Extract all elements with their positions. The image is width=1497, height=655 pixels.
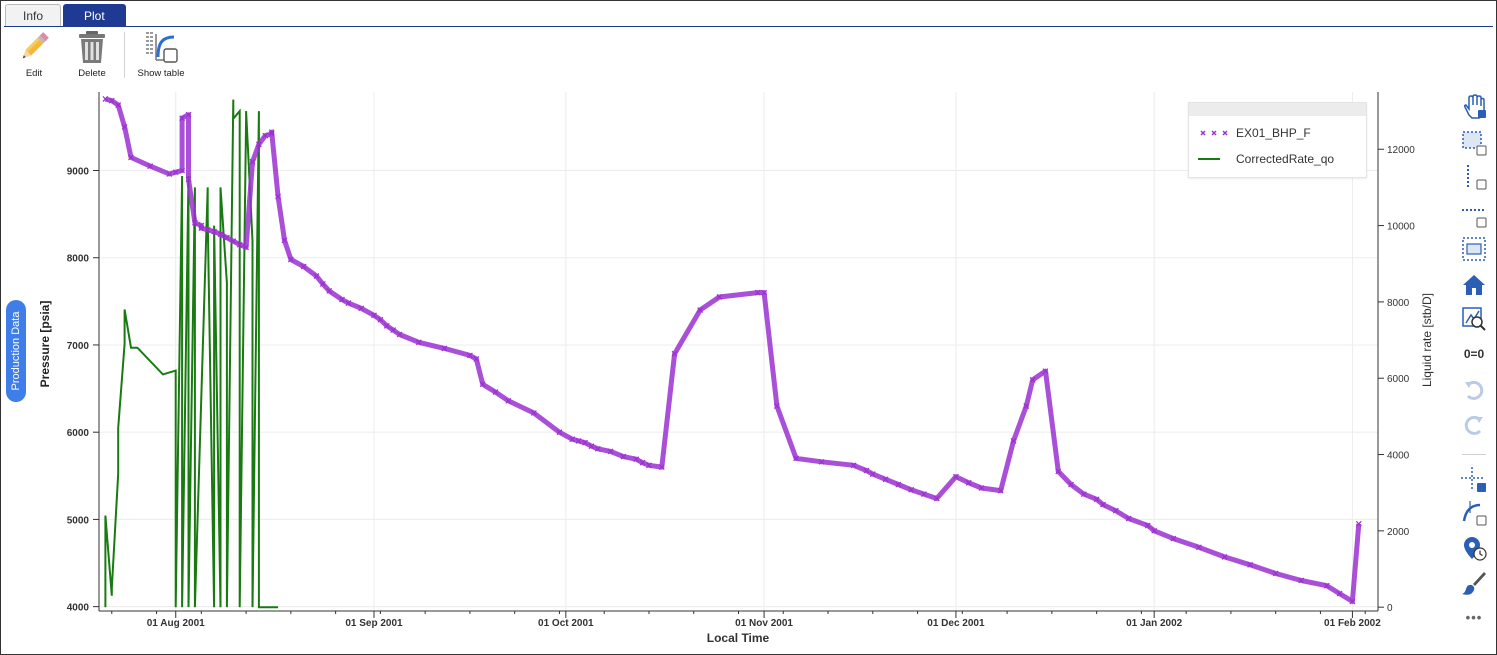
tab-info[interactable]: Info xyxy=(5,4,62,26)
x-tick-label: 01 Nov 2001 xyxy=(735,618,793,629)
zero-zero-tool[interactable]: 0=0 xyxy=(1458,339,1490,369)
y-tick-label: 6000 xyxy=(67,428,90,439)
show-table-label: Show table xyxy=(137,68,185,79)
y-zoom-tool[interactable] xyxy=(1458,200,1490,230)
y-zoom-icon xyxy=(1462,209,1487,228)
zoom-to-fit-tool[interactable] xyxy=(1458,304,1490,334)
toolbar-separator xyxy=(124,32,125,78)
crosshair-tool[interactable] xyxy=(1458,465,1490,495)
y-tick-label: 4000 xyxy=(67,603,90,614)
pressure-series-layer xyxy=(102,96,1362,605)
production-data-label: Production Data xyxy=(10,311,22,391)
zoom-both-icon xyxy=(1462,237,1486,261)
y2-tick-label: 4000 xyxy=(1387,451,1410,462)
delete-button[interactable]: Delete xyxy=(64,30,120,84)
x-tick-label: 01 Aug 2001 xyxy=(147,618,205,629)
x-zoom-icon xyxy=(1467,165,1487,190)
x-tick-label: 01 Oct 2001 xyxy=(538,618,594,629)
edit-label: Edit xyxy=(25,68,43,79)
legend-item-pressure[interactable]: EX01_BHP_F xyxy=(1189,123,1311,143)
pan-icon xyxy=(1463,94,1486,119)
reset-home-icon xyxy=(1463,275,1485,295)
pan-tool[interactable] xyxy=(1458,92,1490,122)
paint-brush-icon xyxy=(1462,572,1486,595)
edit-button[interactable]: Edit xyxy=(6,30,62,84)
y2-tick-label: 0 xyxy=(1387,603,1393,614)
chart-legend: EX01_BHP_F CorrectedRate_qo xyxy=(1188,102,1367,178)
more-tools-button[interactable]: ••• xyxy=(1458,602,1490,632)
pressure-series-line xyxy=(104,96,1362,604)
y2-tick-label: 6000 xyxy=(1387,374,1410,385)
y2-tick-label: 8000 xyxy=(1387,298,1410,309)
paint-tool[interactable] xyxy=(1458,568,1490,598)
hover-tooltip-icon xyxy=(1464,537,1487,561)
y-tick-label: 9000 xyxy=(67,167,90,178)
redo-icon xyxy=(1464,415,1483,435)
y2-tick-label: 2000 xyxy=(1387,527,1410,538)
redo-tool[interactable] xyxy=(1458,410,1490,440)
x-marker-swatch-icon xyxy=(1200,130,1228,136)
x-tick-label: 01 Feb 2002 xyxy=(1324,618,1381,629)
x-axis-label: Local Time xyxy=(707,631,770,645)
y-tick-label: 8000 xyxy=(67,254,90,265)
line-swatch-icon xyxy=(1198,158,1220,160)
zoom-to-fit-icon xyxy=(1462,307,1486,331)
x-tick-label: 01 Jan 2002 xyxy=(1126,618,1183,629)
chart-grid xyxy=(99,92,1378,611)
box-zoom-tool[interactable] xyxy=(1458,128,1490,158)
x-zoom-tool[interactable] xyxy=(1458,162,1490,192)
legend-header xyxy=(1189,103,1366,116)
production-chart: 4000 5000 6000 7000 8000 9000 0 2000 4000 6000 800… xyxy=(38,92,1434,645)
y2-axis-label: Liquid rate [stb/D] xyxy=(1420,293,1434,387)
y-axis-label: Pressure [psia] xyxy=(38,301,52,388)
x-tick-label: 01 Dec 2001 xyxy=(927,618,985,629)
undo-icon xyxy=(1465,380,1484,400)
table-chart-icon xyxy=(146,32,178,63)
tab-divider xyxy=(4,26,1493,27)
tab-plot[interactable]: Plot xyxy=(63,4,126,26)
tab-bar: Info Plot xyxy=(5,4,128,26)
crosshair-icon xyxy=(1461,467,1486,492)
production-data-tab[interactable]: Production Data xyxy=(6,300,26,402)
legend-label-rate: CorrectedRate_qo xyxy=(1236,152,1335,166)
box-zoom-icon xyxy=(1462,131,1487,156)
tool-separator xyxy=(1462,454,1486,455)
reset-tool[interactable] xyxy=(1458,270,1490,300)
trash-icon xyxy=(79,31,105,63)
curve-select-tool[interactable] xyxy=(1458,498,1490,528)
y-tick-label: 5000 xyxy=(67,515,90,526)
show-table-button[interactable]: Show table xyxy=(129,30,193,84)
main-toolbar: Edit Delete Show table xyxy=(6,30,195,86)
y-tick-label: 7000 xyxy=(67,341,90,352)
zoom-both-tool[interactable] xyxy=(1458,234,1490,264)
curve-select-icon xyxy=(1462,501,1487,526)
legend-item-rate[interactable]: CorrectedRate_qo xyxy=(1189,149,1334,169)
y2-tick-label: 10000 xyxy=(1387,222,1415,233)
y2-tick-label: 12000 xyxy=(1387,145,1415,156)
zero-zero-icon: 0=0 xyxy=(1463,347,1485,361)
hover-tool[interactable] xyxy=(1458,533,1490,563)
x-tick-label: 01 Sep 2001 xyxy=(345,618,403,629)
delete-label: Delete xyxy=(78,68,106,79)
pencil-icon xyxy=(22,32,49,59)
more-icon: ••• xyxy=(1465,609,1483,625)
legend-label-pressure: EX01_BHP_F xyxy=(1236,126,1311,140)
undo-tool[interactable] xyxy=(1458,375,1490,405)
